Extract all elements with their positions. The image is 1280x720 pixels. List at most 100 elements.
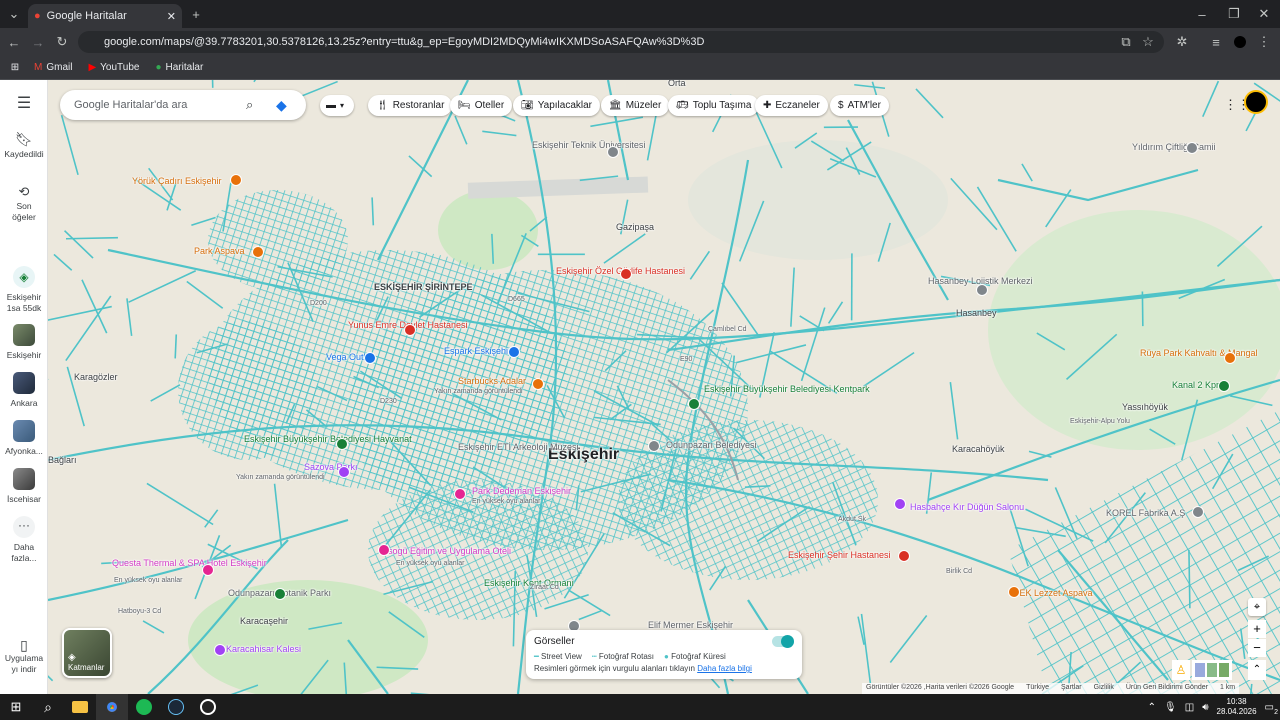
place-label[interactable]: Yörük Çadırı Eskişehir bbox=[132, 176, 222, 186]
recent-place-ankara[interactable]: Ankara bbox=[0, 372, 48, 409]
apps-grid-icon[interactable]: ⊞ bbox=[6, 62, 24, 73]
road-label[interactable]: D200 bbox=[310, 300, 327, 307]
zoom-in-button[interactable]: + bbox=[1248, 620, 1266, 638]
reload-icon[interactable]: ↻ bbox=[52, 32, 72, 52]
place-label[interactable]: Eskişehir Şehir Hastanesi bbox=[788, 550, 891, 560]
recent-place-route[interactable]: ◈ Eskişehir 1sa 55dk bbox=[0, 266, 48, 314]
popular-note[interactable]: En yüksek oyu alanlar bbox=[396, 560, 464, 567]
place-label[interactable]: Eskişehir Büyükşehir Belediyesi Kentpark bbox=[704, 384, 870, 394]
category-chip-4[interactable]: 🚌︎ Toplu Taşıma bbox=[668, 95, 760, 116]
place-label[interactable]: Yıldırım Çiftliği Camii bbox=[1132, 142, 1216, 152]
region-link[interactable]: Türkiye bbox=[1026, 684, 1049, 693]
category-chip-1[interactable]: 🛏︎ Oteller bbox=[450, 95, 513, 116]
map-pin-icon[interactable] bbox=[364, 352, 376, 364]
place-label[interactable]: Park Dedeman Eskişehir bbox=[472, 486, 571, 496]
account-avatar[interactable] bbox=[1244, 90, 1268, 114]
start-icon[interactable]: ⊞ bbox=[0, 694, 32, 720]
place-label[interactable]: Starbucks Adalar bbox=[458, 376, 526, 386]
close-window-icon[interactable]: ✕ bbox=[1254, 4, 1274, 24]
restore-icon[interactable]: ❐ bbox=[1224, 4, 1244, 24]
town-label[interactable]: Orta bbox=[668, 80, 686, 88]
place-label[interactable]: Espark Eskişehir bbox=[444, 346, 511, 356]
scale-bar[interactable]: 1 km bbox=[1220, 684, 1235, 693]
town-label[interactable]: Gazipaşa bbox=[616, 222, 654, 232]
place-label[interactable]: Questa Thermal & SPA Hotel Eskişehir bbox=[112, 558, 267, 568]
mic-icon[interactable]: 🎙︎ bbox=[1164, 702, 1177, 713]
road-label[interactable]: Birlik Cd bbox=[946, 568, 972, 575]
road-label[interactable]: Eskişehir-Alpu Yolu bbox=[1070, 418, 1130, 425]
map-pin-icon[interactable] bbox=[202, 564, 214, 576]
map-pin-icon[interactable] bbox=[336, 438, 348, 450]
category-chip-6[interactable]: $ ATM'ler bbox=[830, 95, 889, 116]
place-label[interactable]: Eskişehir ETİ Arkeoloji Müzesi bbox=[458, 442, 579, 452]
expand-icon[interactable]: ⌃ bbox=[1248, 660, 1266, 680]
category-chip-2[interactable]: 📷︎ Yapılacaklar bbox=[513, 95, 600, 116]
steam-icon[interactable] bbox=[160, 694, 192, 720]
place-label[interactable]: Rüya Park Kahvaltı & Mangal bbox=[1140, 348, 1258, 358]
recent-place-afyon[interactable]: Afyonka... bbox=[0, 420, 48, 457]
map-pin-icon[interactable] bbox=[1008, 586, 1020, 598]
map-pin-icon[interactable] bbox=[1192, 506, 1204, 518]
map-pin-icon[interactable] bbox=[454, 488, 466, 500]
saved-button[interactable]: 🔖︎ Kaydedildi bbox=[0, 132, 48, 160]
place-label[interactable]: Eskişehir Teknik Üniversitesi bbox=[532, 140, 645, 150]
town-label[interactable]: Karagözler bbox=[74, 372, 118, 382]
transport-mode-dropdown[interactable]: ▬ ▾ bbox=[320, 95, 354, 116]
town-label[interactable]: ESKİŞEHİR ŞİRİNTEPE bbox=[374, 282, 473, 292]
recent-note[interactable]: Yakın zamanda görüntülendi bbox=[434, 388, 523, 395]
hamburger-menu-icon[interactable]: ☰ bbox=[0, 96, 48, 112]
search-icon[interactable]: ⌕ bbox=[32, 694, 64, 720]
town-label[interactable]: Bağları bbox=[48, 455, 77, 465]
town-label[interactable]: Yassıhöyük bbox=[1122, 402, 1168, 412]
recent-place-eskisehir[interactable]: Eskişehir bbox=[0, 324, 48, 361]
place-label[interactable]: KOREL Fabrika A.Ş bbox=[1106, 508, 1185, 518]
road-label[interactable]: D665 bbox=[508, 296, 525, 303]
place-label[interactable]: Elif Mermer Eskişehir bbox=[648, 620, 733, 630]
pegman-icon[interactable]: ♙ bbox=[1172, 660, 1190, 680]
bookmark-gmail[interactable]: M Gmail bbox=[28, 60, 78, 75]
road-label[interactable]: Çamlıbel Cd bbox=[708, 326, 747, 333]
back-icon[interactable]: ← bbox=[4, 32, 24, 52]
map-pin-icon[interactable] bbox=[404, 324, 416, 336]
place-label[interactable]: Kanal 2 Kpr bbox=[1172, 380, 1219, 390]
map-pin-icon[interactable] bbox=[252, 246, 264, 258]
road-label[interactable]: Hatboyu-3 Cd bbox=[118, 608, 161, 615]
town-label[interactable]: Karacaşehir bbox=[240, 616, 288, 626]
layers-button[interactable]: ◈ Katmanlar bbox=[62, 628, 112, 678]
imagery-toggle[interactable] bbox=[772, 635, 794, 648]
town-label[interactable]: Hasanbey bbox=[956, 308, 997, 318]
map-type-thumbnails[interactable] bbox=[1192, 660, 1232, 680]
bookmark-youtube[interactable]: ▶ YouTube bbox=[82, 60, 145, 75]
media-icon[interactable]: ≡ bbox=[1206, 32, 1226, 52]
popular-note[interactable]: En yüksek oyu alanlar bbox=[114, 577, 182, 584]
learn-more-link[interactable]: Daha fazla bilgi bbox=[697, 664, 752, 673]
more-button[interactable]: ··· Daha fazla... bbox=[0, 516, 48, 564]
extensions-icon[interactable]: ✲ bbox=[1172, 32, 1192, 52]
place-label[interactable]: Hasbahçe Kır Düğün Salonu bbox=[910, 502, 1024, 512]
place-label[interactable]: TEK Lezzet Aspava bbox=[1014, 588, 1093, 598]
directions-icon[interactable]: ◆ bbox=[276, 97, 306, 114]
get-app-button[interactable]: ▯ Uygulama yı indir bbox=[0, 638, 48, 675]
install-icon[interactable]: ⧉ bbox=[1116, 32, 1136, 52]
profile-icon[interactable] bbox=[1230, 32, 1250, 52]
road-label[interactable]: Akdut Sk bbox=[838, 516, 866, 523]
recent-place-iscehisar[interactable]: İscehisar bbox=[0, 468, 48, 505]
map-pin-icon[interactable] bbox=[976, 284, 988, 296]
browser-tab[interactable]: ● Google Haritalar ✕ bbox=[28, 4, 182, 28]
chrome-icon[interactable] bbox=[96, 694, 128, 720]
map-pin-icon[interactable] bbox=[607, 146, 619, 158]
my-location-button[interactable]: ⌖ bbox=[1248, 598, 1266, 616]
map-pin-icon[interactable] bbox=[1186, 142, 1198, 154]
map-canvas[interactable]: Google Haritalar'da ara ⌕ ◆ ▬ ▾ 🍴︎ Restora… bbox=[48, 80, 1280, 694]
network-icon[interactable]: ◫ bbox=[1185, 702, 1194, 713]
map-pin-icon[interactable] bbox=[338, 466, 350, 478]
map-pin-icon[interactable] bbox=[898, 550, 910, 562]
map-pin-icon[interactable] bbox=[648, 440, 660, 452]
bookmark-star-icon[interactable]: ☆ bbox=[1138, 32, 1158, 52]
spotify-icon[interactable] bbox=[128, 694, 160, 720]
recent-note[interactable]: Yakın zamanda görüntülendi bbox=[236, 474, 325, 481]
place-label[interactable]: Karacahisar Kalesi bbox=[226, 644, 301, 654]
volume-icon[interactable]: 🔊︎ bbox=[1202, 702, 1208, 713]
map-pin-icon[interactable] bbox=[378, 544, 390, 556]
menu-icon[interactable]: ⋮ bbox=[1254, 32, 1274, 52]
